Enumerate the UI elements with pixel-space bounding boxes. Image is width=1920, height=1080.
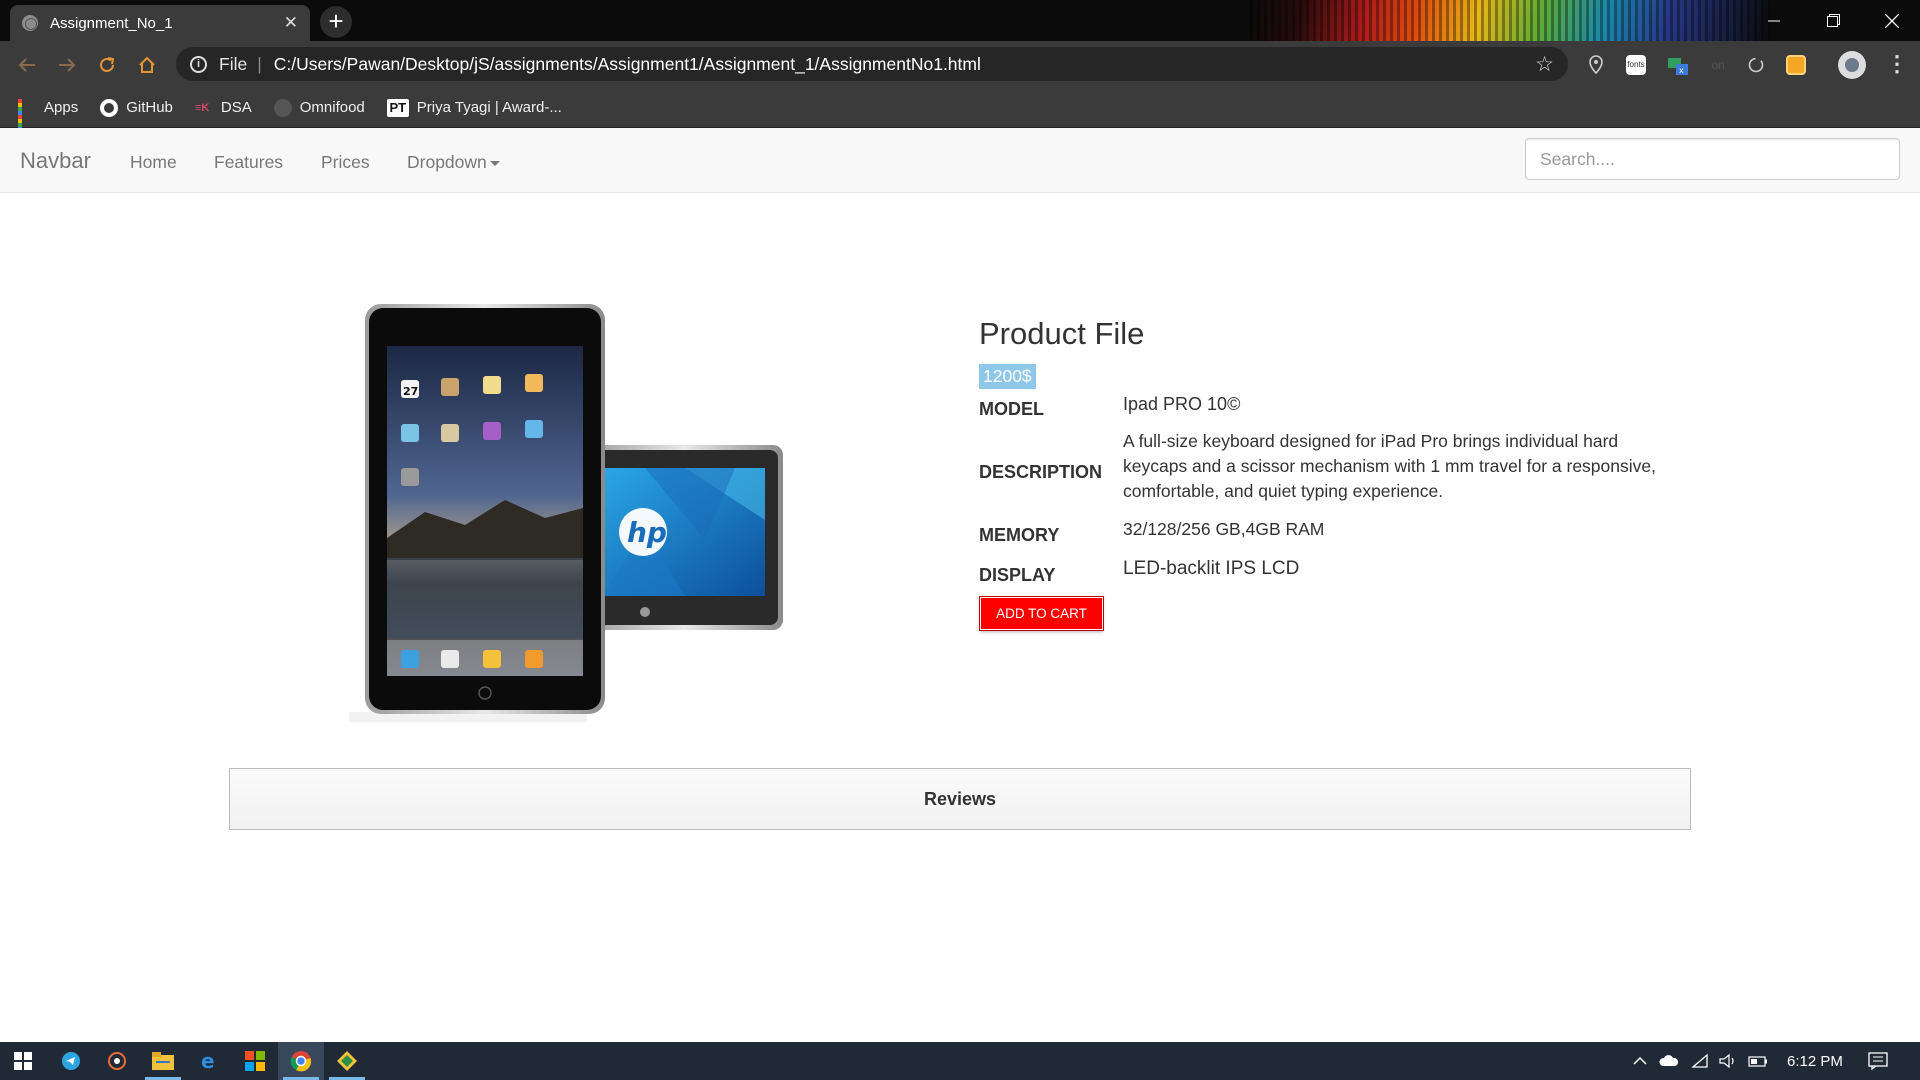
spec-value-display: LED-backlit IPS LCD: [1123, 558, 1300, 579]
product-image: hp 27: [349, 304, 783, 722]
translate-extension-icon[interactable]: x: [1666, 53, 1690, 77]
grayed-extension-icon[interactable]: on: [1706, 53, 1730, 77]
address-url[interactable]: C:/Users/Pawan/Desktop/jS/assignments/As…: [274, 54, 1535, 75]
bookmark-github[interactable]: GitHub: [100, 98, 173, 117]
product-price: 1200$: [979, 364, 1036, 389]
bookmark-label: Omnifood: [299, 99, 365, 116]
bookmark-priya-tyagi[interactable]: PT Priya Tyagi | Award-...: [386, 98, 562, 117]
omnifood-icon: [273, 98, 292, 117]
file-explorer-icon[interactable]: [140, 1042, 186, 1080]
nav-link-features[interactable]: Features: [214, 152, 283, 173]
spec-value-model: Ipad PRO 10©: [1123, 394, 1241, 414]
hp-tablet: hp: [585, 445, 783, 630]
dsa-icon: ≡K: [194, 101, 210, 114]
new-tab-button[interactable]: +: [320, 6, 352, 38]
volume-icon[interactable]: [1718, 1051, 1738, 1071]
bookmark-apps[interactable]: Apps: [18, 98, 79, 135]
orange-extension-icon[interactable]: [1784, 53, 1808, 77]
site-navbar: Navbar Home Features Prices Dropdown: [0, 128, 1920, 193]
wifi-icon[interactable]: [1690, 1051, 1710, 1071]
github-icon: [100, 98, 119, 117]
reload-icon[interactable]: [92, 50, 122, 80]
info-icon[interactable]: i: [190, 55, 207, 73]
theme-background: [1250, 0, 1770, 41]
nav-link-prices[interactable]: Prices: [321, 152, 370, 173]
bookmark-dsa[interactable]: ≡K DSA: [195, 99, 252, 117]
onedrive-cloud-icon[interactable]: [1659, 1051, 1679, 1071]
reviews-label: Reviews: [923, 788, 997, 809]
bookmarks-bar: Apps GitHub ≡K DSA Omnifood PT Priya Tya…: [0, 88, 1920, 135]
telegram-icon[interactable]: [48, 1042, 94, 1080]
bookmark-star-icon[interactable]: ☆: [1535, 52, 1554, 77]
spec-label-display: DISPLAY: [979, 565, 1056, 585]
location-pin-extension-icon[interactable]: [1584, 53, 1608, 77]
forward-arrow-icon[interactable]: [52, 50, 82, 80]
apps-grid-icon: [18, 98, 36, 135]
bookmark-label: Priya Tyagi | Award-...: [416, 99, 562, 116]
address-bar[interactable]: i File | C:/Users/Pawan/Desktop/jS/assig…: [176, 47, 1568, 81]
svg-text:e: e: [201, 1051, 215, 1071]
action-center-icon[interactable]: [1868, 1051, 1888, 1071]
spec-value-description: A full-size keyboard designed for iPad P…: [1123, 431, 1656, 501]
store-icon[interactable]: [232, 1042, 278, 1080]
fonts-extension-icon[interactable]: fonts: [1624, 53, 1648, 77]
sync-extension-icon[interactable]: [1744, 53, 1768, 77]
ipad: 27: [349, 304, 605, 722]
chrome-menu-icon[interactable]: ⋮: [1886, 51, 1908, 77]
nav-dropdown-label: Dropdown: [407, 152, 487, 172]
bookmark-omnifood[interactable]: Omnifood: [273, 98, 365, 117]
spec-label-memory: MEMORY: [979, 525, 1060, 545]
svg-text:x: x: [1679, 66, 1684, 75]
bookmark-label: GitHub: [126, 99, 173, 116]
home-icon[interactable]: [132, 50, 162, 80]
restore-icon[interactable]: [1805, 0, 1861, 41]
tab-close-icon[interactable]: ✕: [284, 13, 298, 33]
add-to-cart-button[interactable]: ADD TO CART: [980, 597, 1103, 630]
close-window-icon[interactable]: [1864, 0, 1920, 41]
spec-value-memory: 32/128/256 GB,4GB RAM: [1123, 519, 1325, 539]
battery-icon[interactable]: [1748, 1051, 1768, 1071]
spec-label-description: DESCRIPTION: [979, 462, 1103, 482]
bookmark-label: DSA: [220, 99, 252, 116]
nav-dropdown[interactable]: Dropdown: [407, 152, 500, 173]
code-editor-icon[interactable]: [324, 1042, 370, 1080]
nav-link-home[interactable]: Home: [130, 152, 177, 173]
address-scheme: File: [219, 53, 248, 74]
navbar-brand[interactable]: Navbar: [20, 148, 91, 174]
profile-avatar[interactable]: [1838, 51, 1866, 79]
windows-start-icon[interactable]: [0, 1042, 46, 1080]
product-title: Product File: [979, 316, 1145, 351]
chrome-taskbar-icon[interactable]: [278, 1042, 324, 1080]
media-player-icon[interactable]: [94, 1042, 140, 1080]
page-content: Navbar Home Features Prices Dropdown Sea…: [0, 128, 1920, 1042]
pt-icon: PT: [386, 98, 409, 117]
reviews-button[interactable]: Reviews: [229, 768, 1691, 830]
search-input[interactable]: [1525, 138, 1900, 180]
calendar-day: 27: [403, 385, 418, 398]
back-arrow-icon[interactable]: [12, 50, 42, 80]
windows-taskbar: e 6:12 PM: [0, 1042, 1920, 1080]
show-hidden-icons-chevron-icon[interactable]: [1630, 1051, 1650, 1071]
browser-tab[interactable]: Assignment_No_1 ✕: [10, 5, 310, 41]
caret-down-icon: [489, 160, 500, 166]
bookmark-label: Apps: [44, 99, 79, 116]
tab-title: Assignment_No_1: [50, 14, 173, 32]
address-separator: |: [257, 53, 262, 74]
edge-browser-icon[interactable]: e: [186, 1042, 232, 1080]
browser-title-bar: Assignment_No_1 ✕ +: [0, 0, 1920, 41]
hp-logo: hp: [627, 516, 667, 549]
browser-toolbar: i File | C:/Users/Pawan/Desktop/jS/assig…: [0, 41, 1920, 88]
minimize-icon[interactable]: [1746, 0, 1802, 41]
taskbar-clock[interactable]: 6:12 PM: [1787, 1053, 1843, 1070]
globe-icon: [22, 15, 38, 31]
spec-label-model: MODEL: [979, 399, 1044, 419]
